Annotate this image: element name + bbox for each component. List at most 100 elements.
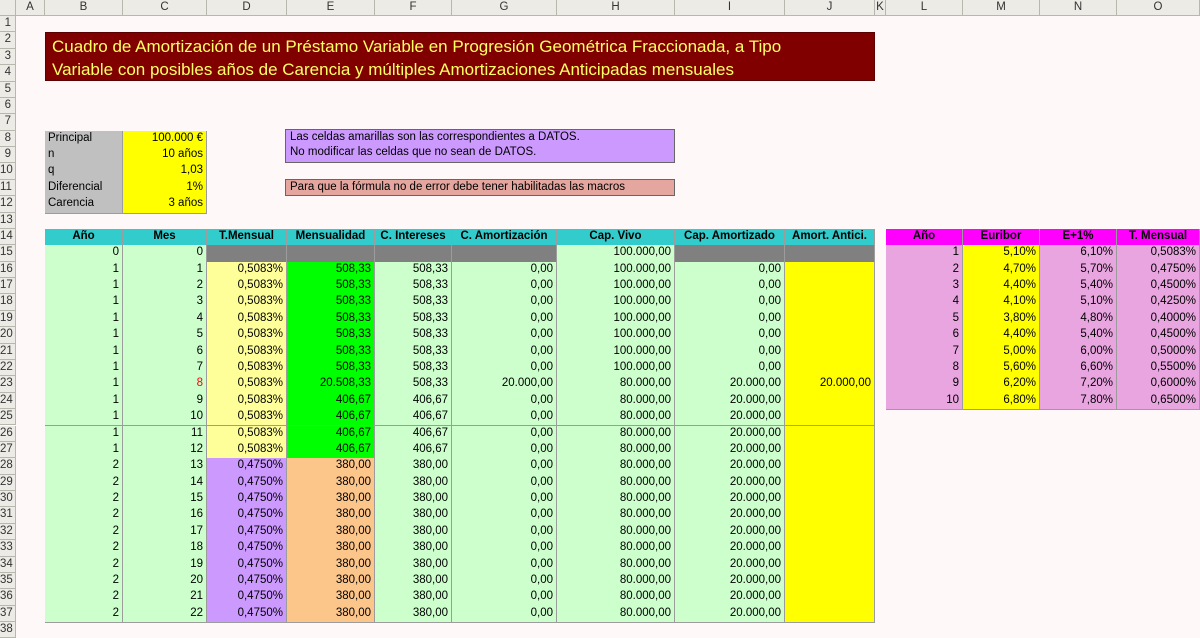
table-cell[interactable]: 0,00: [675, 310, 785, 329]
row-header[interactable]: 23: [0, 376, 16, 393]
table-cell[interactable]: 0,5083%: [207, 376, 287, 394]
table-header[interactable]: C. Amortización: [452, 228, 557, 247]
table-cell[interactable]: [785, 605, 875, 624]
table-cell[interactable]: 0,5083%: [207, 392, 287, 411]
table-cell[interactable]: 20.000,00: [675, 392, 785, 411]
table-cell[interactable]: 380,00: [287, 491, 375, 509]
rates-cell[interactable]: 4: [886, 294, 963, 312]
table-cell[interactable]: 8: [123, 376, 207, 394]
table-cell[interactable]: 0,00: [675, 294, 785, 312]
input-label[interactable]: q: [45, 163, 123, 181]
table-cell[interactable]: 0,00: [452, 425, 557, 443]
input-value[interactable]: 1,03: [123, 163, 207, 181]
table-cell[interactable]: 4: [123, 310, 207, 329]
table-cell[interactable]: 508,33: [375, 294, 452, 312]
rates-cell[interactable]: 6,80%: [963, 392, 1040, 411]
table-cell[interactable]: 380,00: [375, 540, 452, 558]
table-header[interactable]: Mes: [123, 228, 207, 247]
table-cell[interactable]: 380,00: [375, 523, 452, 542]
table-cell[interactable]: 0,4750%: [207, 556, 287, 574]
rates-cell[interactable]: 0,5083%: [1117, 245, 1200, 263]
table-cell[interactable]: 380,00: [287, 474, 375, 492]
table-cell[interactable]: 0,00: [452, 294, 557, 312]
table-cell[interactable]: 0: [123, 245, 207, 263]
table-cell[interactable]: 0,00: [452, 491, 557, 509]
table-cell[interactable]: 7: [123, 359, 207, 378]
table-cell[interactable]: [675, 245, 785, 263]
rates-cell[interactable]: 6,20%: [963, 376, 1040, 394]
row-header[interactable]: 8: [0, 130, 16, 148]
table-cell[interactable]: 0,00: [452, 327, 557, 345]
table-cell[interactable]: 2: [123, 278, 207, 296]
table-cell[interactable]: [785, 474, 875, 492]
table-cell[interactable]: 80.000,00: [557, 507, 675, 525]
table-cell[interactable]: [785, 278, 875, 296]
rates-cell[interactable]: 5: [886, 310, 963, 329]
row-header[interactable]: 13: [0, 212, 16, 229]
table-cell[interactable]: 0,00: [452, 507, 557, 525]
row-header[interactable]: 18: [0, 294, 16, 311]
table-header[interactable]: Cap. Amortizado: [675, 228, 785, 247]
rates-cell[interactable]: 5,60%: [963, 359, 1040, 378]
table-cell[interactable]: 0,00: [452, 605, 557, 624]
table-cell[interactable]: [785, 245, 875, 263]
table-cell[interactable]: 508,33: [375, 327, 452, 345]
table-cell[interactable]: 0,4750%: [207, 491, 287, 509]
table-cell[interactable]: 406,67: [375, 425, 452, 443]
table-cell[interactable]: 17: [123, 523, 207, 542]
table-cell[interactable]: 508,33: [375, 359, 452, 378]
rates-cell[interactable]: 3,80%: [963, 310, 1040, 329]
table-cell[interactable]: 100.000,00: [557, 310, 675, 329]
table-cell[interactable]: 80.000,00: [557, 556, 675, 574]
table-cell[interactable]: 1: [45, 343, 123, 361]
table-cell[interactable]: [785, 507, 875, 525]
table-cell[interactable]: 80.000,00: [557, 376, 675, 394]
table-cell[interactable]: [785, 261, 875, 280]
rates-cell[interactable]: 4,40%: [963, 327, 1040, 345]
column-header-m[interactable]: M: [963, 0, 1040, 16]
table-cell[interactable]: 0,00: [675, 359, 785, 378]
table-cell[interactable]: 508,33: [287, 278, 375, 296]
row-header[interactable]: 17: [0, 278, 16, 295]
table-cell[interactable]: [785, 540, 875, 558]
table-cell[interactable]: 20.000,00: [675, 474, 785, 492]
table-cell[interactable]: 0,5083%: [207, 441, 287, 460]
table-cell[interactable]: 2: [45, 523, 123, 542]
table-cell[interactable]: 20.000,00: [675, 491, 785, 509]
table-cell[interactable]: 20.000,00: [452, 376, 557, 394]
row-header[interactable]: 2: [0, 32, 16, 49]
table-cell[interactable]: [785, 327, 875, 345]
table-cell[interactable]: 2: [45, 507, 123, 525]
table-cell[interactable]: 0,00: [452, 556, 557, 574]
table-cell[interactable]: 0,00: [675, 343, 785, 361]
table-cell[interactable]: 2: [45, 589, 123, 607]
table-cell[interactable]: [785, 359, 875, 378]
table-cell[interactable]: 406,67: [375, 409, 452, 427]
row-header[interactable]: 3: [0, 48, 16, 66]
table-cell[interactable]: 0,4750%: [207, 605, 287, 624]
table-cell[interactable]: 1: [45, 392, 123, 411]
row-header[interactable]: 35: [0, 572, 16, 590]
table-cell[interactable]: 406,67: [287, 392, 375, 411]
column-header-j[interactable]: J: [785, 0, 875, 16]
table-cell[interactable]: [287, 245, 375, 263]
rates-cell[interactable]: 4,70%: [963, 261, 1040, 280]
title-banner[interactable]: Cuadro de Amortización de un Préstamo Va…: [45, 32, 875, 81]
column-header-l[interactable]: L: [886, 0, 963, 16]
column-header-d[interactable]: D: [207, 0, 287, 16]
table-cell[interactable]: [785, 343, 875, 361]
table-cell[interactable]: [207, 245, 287, 263]
table-cell[interactable]: 1: [45, 310, 123, 329]
table-cell[interactable]: 0,5083%: [207, 310, 287, 329]
table-cell[interactable]: 0,00: [675, 261, 785, 280]
table-cell[interactable]: 0,5083%: [207, 327, 287, 345]
rates-cell[interactable]: 5,10%: [1040, 294, 1117, 312]
table-cell[interactable]: 2: [45, 605, 123, 624]
column-header-e[interactable]: E: [287, 0, 375, 16]
column-header-b[interactable]: B: [45, 0, 123, 16]
table-cell[interactable]: [785, 392, 875, 411]
table-cell[interactable]: 80.000,00: [557, 441, 675, 460]
table-cell[interactable]: 14: [123, 474, 207, 492]
row-header[interactable]: 16: [0, 261, 16, 279]
table-cell[interactable]: 0,00: [452, 441, 557, 460]
